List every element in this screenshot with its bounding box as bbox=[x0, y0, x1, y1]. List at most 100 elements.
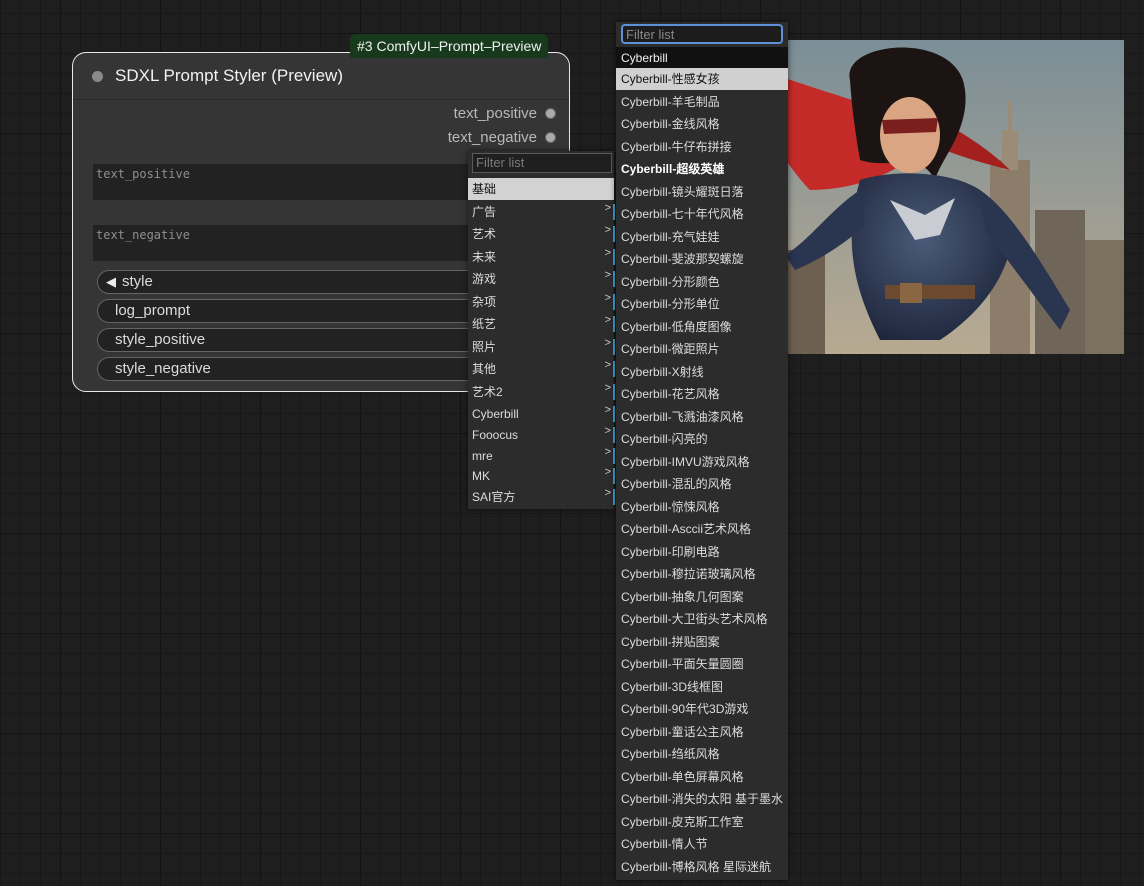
submenu-indicator bbox=[613, 427, 615, 443]
style-item[interactable]: Cyberbill-性感女孩 bbox=[616, 68, 788, 90]
style-item[interactable]: Cyberbill-平面矢量圆圈 bbox=[616, 653, 788, 675]
category-item[interactable]: 游戏 > bbox=[468, 268, 615, 290]
style-item[interactable]: Cyberbill-拼贴图案 bbox=[616, 631, 788, 653]
category-item[interactable]: 照片 > bbox=[468, 336, 615, 358]
category-label: 未来 bbox=[472, 250, 497, 264]
style-item[interactable]: Cyberbill-七十年代风格 bbox=[616, 203, 788, 225]
category-label: 游戏 bbox=[472, 272, 497, 286]
chevron-right-icon: > bbox=[604, 382, 611, 394]
submenu-indicator bbox=[613, 489, 615, 505]
output-text-positive[interactable]: text_positive bbox=[454, 103, 555, 123]
output-label: text_positive bbox=[453, 104, 537, 122]
output-slot-icon[interactable] bbox=[546, 108, 555, 118]
style-item[interactable]: Cyberbill-低角度图像 bbox=[616, 316, 788, 338]
category-label: SAI官方 bbox=[472, 490, 516, 504]
chevron-right-icon: > bbox=[604, 292, 611, 304]
category-label: 艺术 bbox=[472, 227, 497, 241]
chevron-right-icon: > bbox=[604, 269, 611, 281]
submenu-indicator bbox=[613, 294, 615, 310]
category-menu[interactable]: Filter list 基础 广告 > 艺术 > 未来 > 游戏 > 杂项 > 纸艺 > 照片 > 其他 > 艺术… bbox=[468, 151, 615, 509]
category-label: 广告 bbox=[472, 205, 497, 219]
superhero-illustration bbox=[740, 40, 1124, 354]
widget-label: style_negative bbox=[115, 360, 211, 377]
style-item[interactable]: Cyberbill-情人节 bbox=[616, 833, 788, 855]
style-item[interactable]: Cyberbill-IMVU游戏风格 bbox=[616, 451, 788, 473]
style-item[interactable]: Cyberbill-超级英雄 bbox=[616, 158, 788, 180]
chevron-right-icon: > bbox=[604, 466, 611, 478]
collapse-dot-icon[interactable] bbox=[92, 71, 103, 82]
style-item[interactable]: Cyberbill-Asccii艺术风格 bbox=[616, 518, 788, 540]
submenu-indicator bbox=[613, 271, 615, 287]
category-item[interactable]: SAI官方 > bbox=[468, 486, 615, 508]
style-item[interactable]: Cyberbill-大卫街头艺术风格 bbox=[616, 608, 788, 630]
style-item[interactable]: Cyberbill-童话公主风格 bbox=[616, 721, 788, 743]
category-item[interactable]: 艺术 > bbox=[468, 223, 615, 245]
category-item[interactable]: Fooocus > bbox=[468, 424, 615, 446]
category-item[interactable]: Cyberbill > bbox=[468, 403, 615, 425]
widget-label: style bbox=[122, 273, 153, 290]
widget-label: log_prompt bbox=[115, 302, 191, 319]
chevron-right-icon: > bbox=[604, 314, 611, 326]
category-item[interactable]: 广告 > bbox=[468, 201, 615, 223]
style-item[interactable]: Cyberbill-惊悚风格 bbox=[616, 496, 788, 518]
arrow-left-icon[interactable]: ◀ bbox=[106, 271, 116, 293]
category-label: Cyberbill bbox=[472, 407, 519, 421]
category-item[interactable]: 未来 > bbox=[468, 246, 615, 268]
style-item[interactable]: Cyberbill-羊毛制品 bbox=[616, 91, 788, 113]
chevron-right-icon: > bbox=[604, 359, 611, 371]
style-item[interactable]: Cyberbill-微距照片 bbox=[616, 338, 788, 360]
style-item[interactable]: Cyberbill-金线风格 bbox=[616, 113, 788, 135]
chevron-right-icon: > bbox=[604, 425, 611, 437]
node-title: SDXL Prompt Styler (Preview) bbox=[115, 66, 343, 85]
category-item[interactable]: 杂项 > bbox=[468, 291, 615, 313]
submenu-indicator bbox=[613, 204, 615, 220]
category-item[interactable]: mre > bbox=[468, 445, 615, 467]
style-item[interactable]: Cyberbill-单色屏幕风格 bbox=[616, 766, 788, 788]
chevron-right-icon: > bbox=[604, 487, 611, 499]
style-item[interactable]: Cyberbill-镜头耀斑日落 bbox=[616, 181, 788, 203]
style-item[interactable]: Cyberbill-牛仔布拼接 bbox=[616, 136, 788, 158]
style-item[interactable]: Cyberbill-90年代3D游戏 bbox=[616, 698, 788, 720]
style-item[interactable]: Cyberbill-博格风格 星际迷航 bbox=[616, 856, 788, 878]
chevron-right-icon: > bbox=[604, 446, 611, 458]
category-item[interactable]: 纸艺 > bbox=[468, 313, 615, 335]
category-item[interactable]: 艺术2 > bbox=[468, 381, 615, 403]
submenu-indicator bbox=[613, 249, 615, 265]
submenu-indicator bbox=[613, 406, 615, 422]
style-filter-input[interactable]: Filter list bbox=[621, 24, 783, 44]
category-label: 杂项 bbox=[472, 295, 497, 309]
style-item[interactable]: Cyberbill-斐波那契螺旋 bbox=[616, 248, 788, 270]
category-item[interactable]: 其他 > bbox=[468, 358, 615, 380]
style-menu[interactable]: Filter list Cyberbill Cyberbill-性感女孩 Cybe… bbox=[616, 22, 788, 880]
style-preview-image bbox=[740, 40, 1124, 354]
style-item[interactable]: Cyberbill-3D线框图 bbox=[616, 676, 788, 698]
output-text-negative[interactable]: text_negative bbox=[448, 127, 555, 147]
category-label: mre bbox=[472, 449, 493, 463]
style-item[interactable]: Cyberbill-分形颜色 bbox=[616, 271, 788, 293]
style-item[interactable]: Cyberbill-混乱的风格 bbox=[616, 473, 788, 495]
category-label: MK bbox=[472, 469, 490, 483]
style-item[interactable]: Cyberbill-印刷电路 bbox=[616, 541, 788, 563]
style-item[interactable]: Cyberbill-闪亮的 bbox=[616, 428, 788, 450]
chevron-right-icon: > bbox=[604, 224, 611, 236]
node-header[interactable]: SDXL Prompt Styler (Preview) bbox=[73, 53, 569, 100]
style-item[interactable]: Cyberbill-花艺风格 bbox=[616, 383, 788, 405]
style-item[interactable]: Cyberbill-X射线 bbox=[616, 361, 788, 383]
style-item[interactable]: Cyberbill-飞溅油漆风格 bbox=[616, 406, 788, 428]
style-item[interactable]: Cyberbill-抽象几何图案 bbox=[616, 586, 788, 608]
style-item[interactable]: Cyberbill-绉纸风格 bbox=[616, 743, 788, 765]
style-item[interactable]: Cyberbill-充气娃娃 bbox=[616, 226, 788, 248]
output-slot-icon[interactable] bbox=[546, 132, 555, 142]
style-item[interactable]: Cyberbill-皮克斯工作室 bbox=[616, 811, 788, 833]
category-filter-input[interactable]: Filter list bbox=[472, 153, 612, 173]
category-item[interactable]: 基础 bbox=[468, 178, 614, 200]
category-label: 照片 bbox=[472, 340, 497, 354]
submenu-indicator bbox=[613, 316, 615, 332]
category-label: 基础 bbox=[472, 182, 497, 196]
category-item[interactable]: MK > bbox=[468, 465, 615, 487]
style-item[interactable]: Cyberbill-消失的太阳 基于墨水 bbox=[616, 788, 788, 810]
style-item[interactable]: Cyberbill-穆拉诺玻璃风格 bbox=[616, 563, 788, 585]
chevron-right-icon: > bbox=[604, 337, 611, 349]
style-item[interactable]: Cyberbill-分形单位 bbox=[616, 293, 788, 315]
chevron-right-icon: > bbox=[604, 247, 611, 259]
